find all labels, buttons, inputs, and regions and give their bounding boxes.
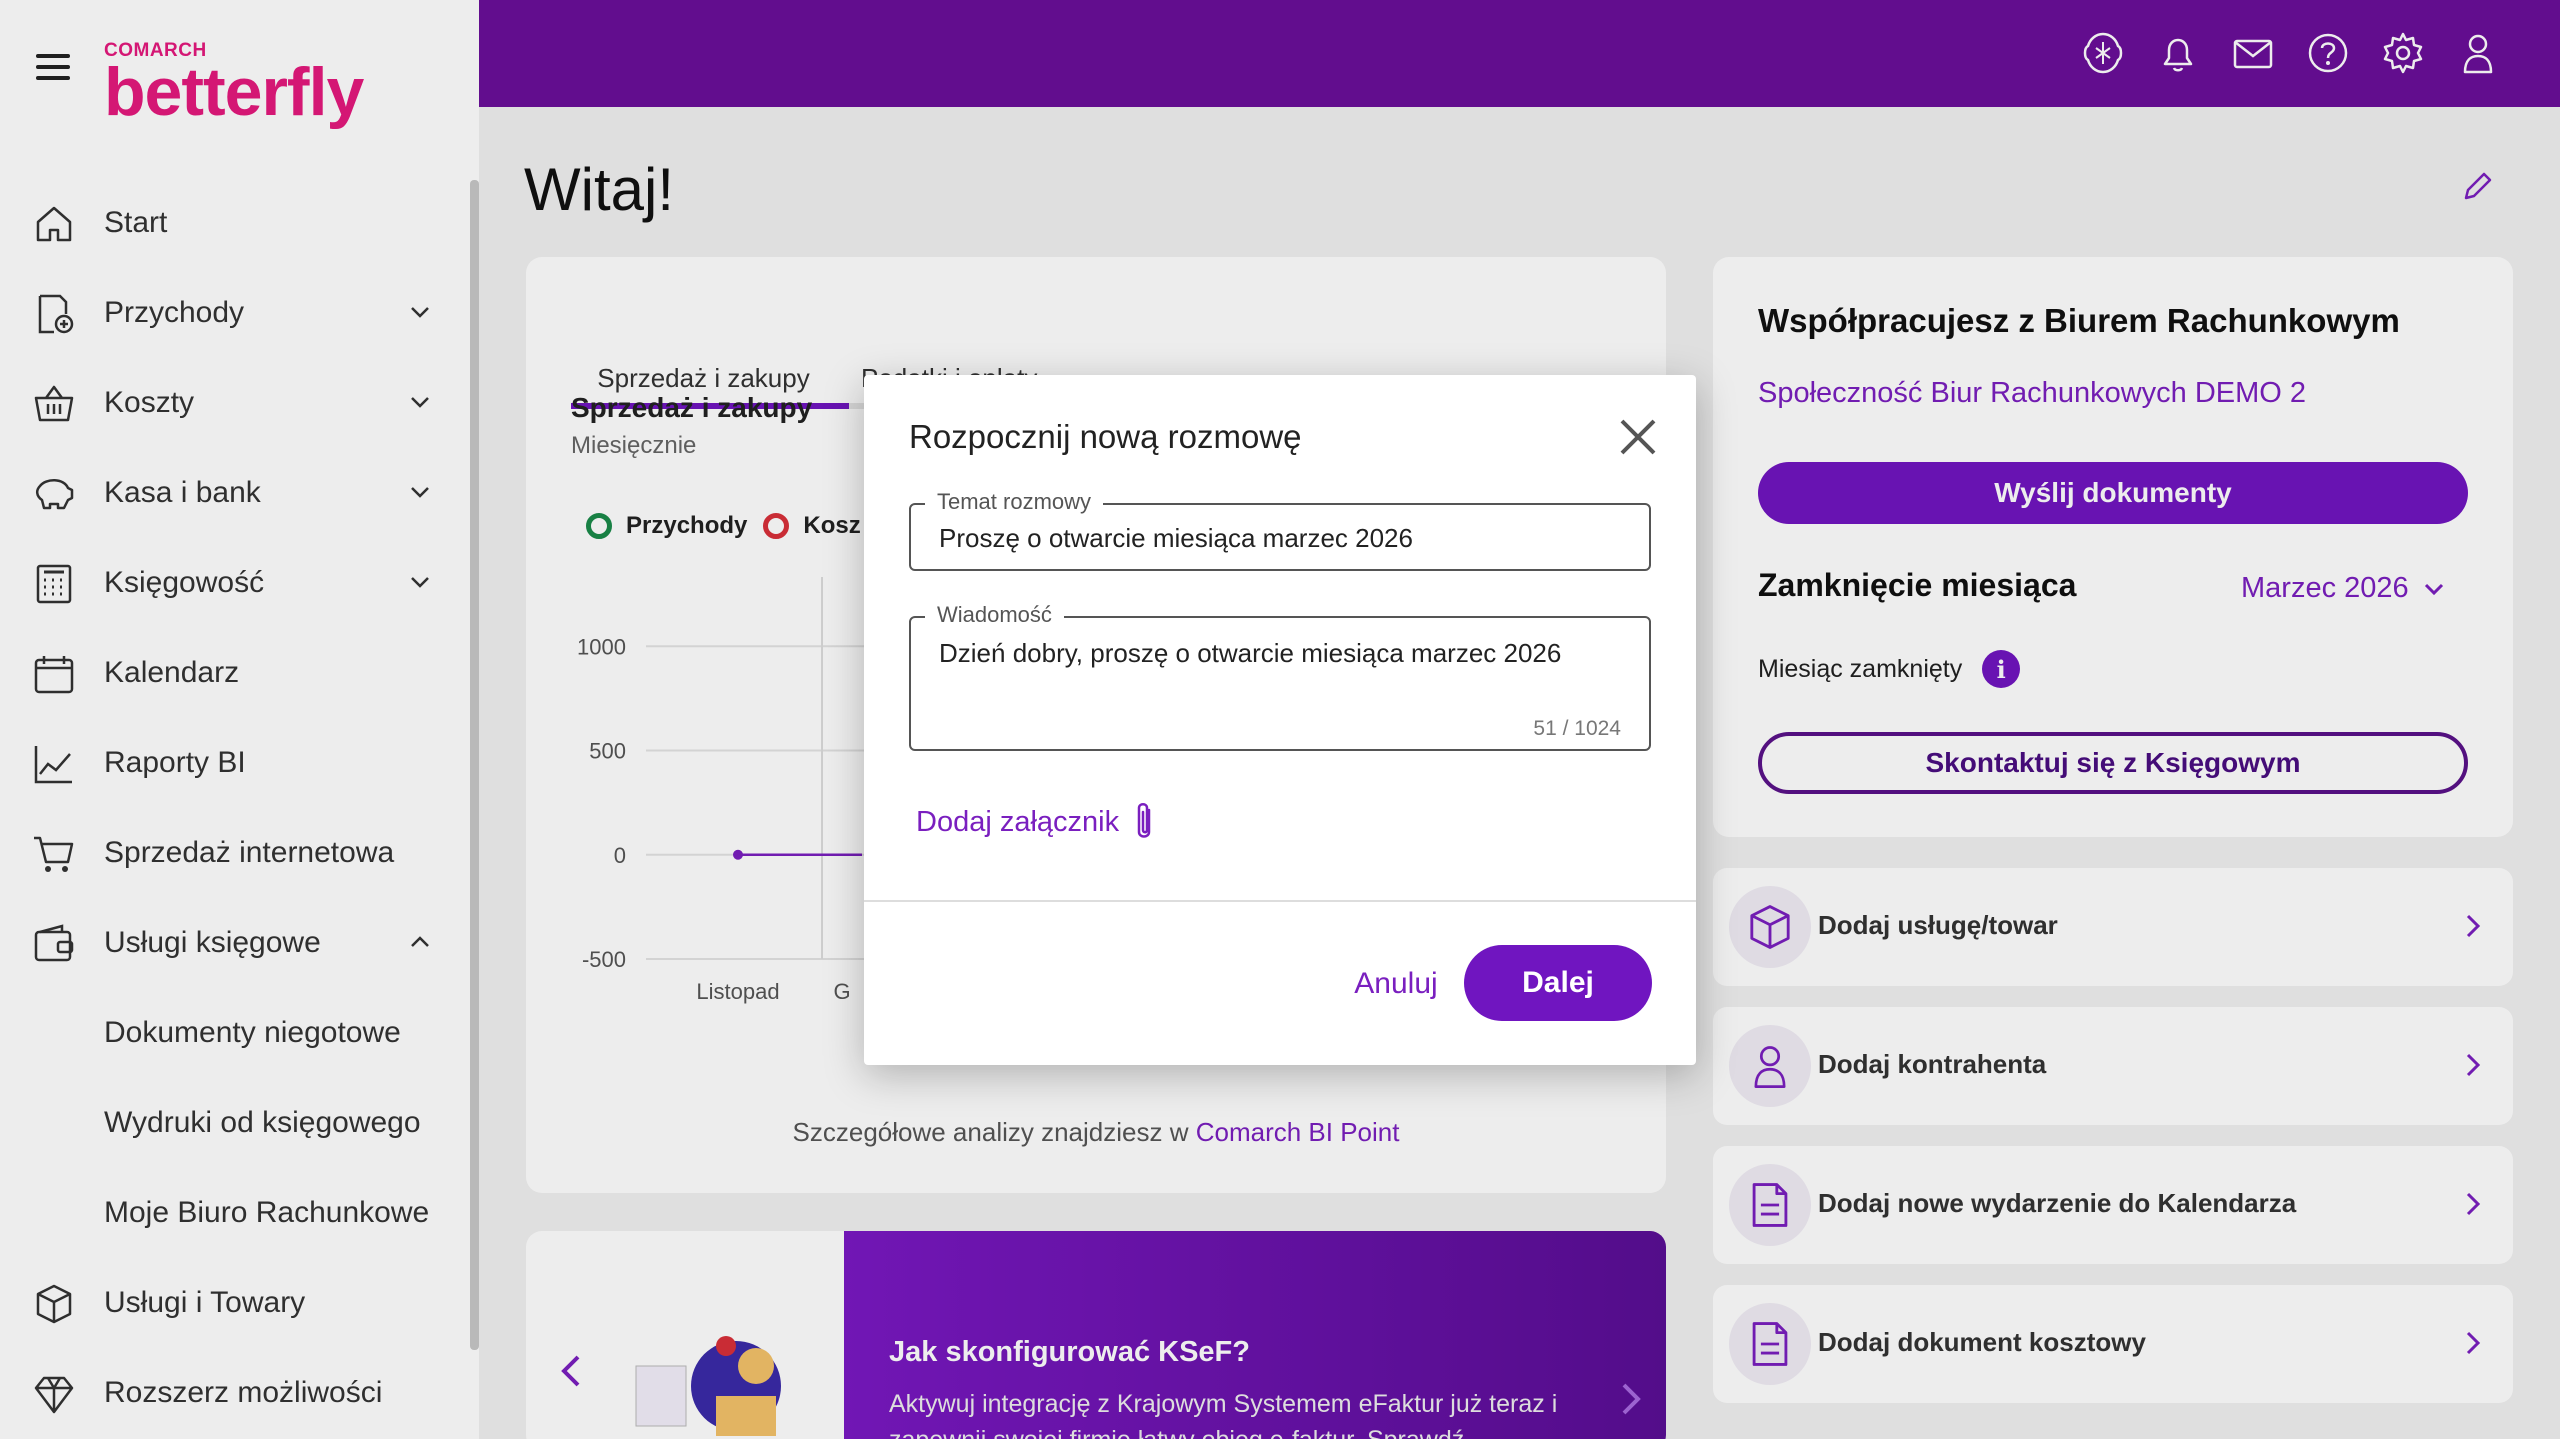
subject-input-value[interactable]: Proszę o otwarcie miesiąca marzec 2026	[939, 523, 1413, 554]
dialog-divider	[864, 900, 1696, 902]
close-icon[interactable]	[1616, 415, 1660, 459]
message-label: Wiadomość	[925, 602, 1064, 628]
new-conversation-dialog: Rozpocznij nową rozmowę Temat rozmowy Pr…	[864, 375, 1696, 1065]
next-button[interactable]: Dalej	[1464, 945, 1652, 1021]
dialog-title: Rozpocznij nową rozmowę	[909, 418, 1302, 455]
subject-field[interactable]: Temat rozmowy Proszę o otwarcie miesiąca…	[909, 489, 1651, 571]
message-textarea-value[interactable]: Dzień dobry, proszę o otwarcie miesiąca …	[939, 638, 1561, 669]
paperclip-icon	[1137, 803, 1151, 838]
add-attachment-button[interactable]: Dodaj załącznik	[916, 800, 1159, 844]
message-field[interactable]: Wiadomość Dzień dobry, proszę o otwarcie…	[909, 602, 1651, 751]
cancel-button[interactable]: Anuluj	[1326, 947, 1466, 1021]
message-char-counter: 51 / 1024	[1533, 717, 1621, 740]
add-attachment-label: Dodaj załącznik	[916, 805, 1120, 838]
subject-label: Temat rozmowy	[925, 489, 1104, 515]
